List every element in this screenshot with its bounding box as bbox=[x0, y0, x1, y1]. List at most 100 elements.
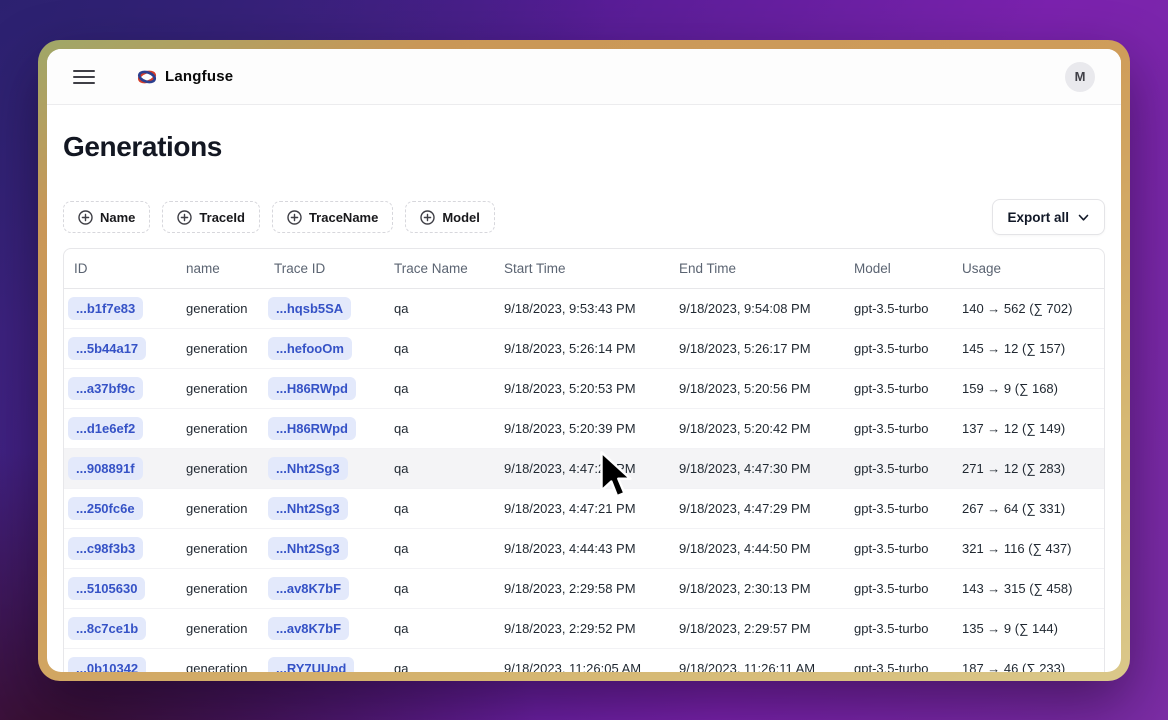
filter-toolbar: Name TraceId TraceName bbox=[63, 199, 1105, 235]
column-header-model[interactable]: Model bbox=[844, 261, 952, 276]
cell-model: gpt-3.5-turbo bbox=[844, 541, 952, 556]
trace-id-link[interactable]: ...Nht2Sg3 bbox=[268, 457, 348, 480]
app-topbar: Langfuse M bbox=[47, 49, 1121, 105]
id-link[interactable]: ...5105630 bbox=[68, 577, 145, 600]
cell-name: generation bbox=[176, 661, 264, 672]
table-row[interactable]: ...908891f generation ...Nht2Sg3 qa 9/18… bbox=[64, 449, 1104, 489]
cell-usage: 143 → 315 (∑ 458) bbox=[952, 581, 1104, 596]
cell-model: gpt-3.5-turbo bbox=[844, 301, 952, 316]
id-link[interactable]: ...d1e6ef2 bbox=[68, 417, 143, 440]
cell-trace-id: ...av8K7bF bbox=[264, 577, 384, 600]
cell-name: generation bbox=[176, 581, 264, 596]
filter-model-button[interactable]: Model bbox=[405, 201, 495, 233]
cell-id: ...5105630 bbox=[64, 577, 176, 600]
export-all-button[interactable]: Export all bbox=[992, 199, 1105, 235]
table-row[interactable]: ...b1f7e83 generation ...hqsb5SA qa 9/18… bbox=[64, 289, 1104, 329]
trace-id-link[interactable]: ...H86RWpd bbox=[268, 377, 356, 400]
brand[interactable]: Langfuse bbox=[137, 68, 233, 85]
plus-circle-icon bbox=[177, 210, 192, 225]
cell-start-time: 9/18/2023, 11:26:05 AM bbox=[494, 661, 669, 672]
table-row[interactable]: ...c98f3b3 generation ...Nht2Sg3 qa 9/18… bbox=[64, 529, 1104, 569]
cell-name: generation bbox=[176, 381, 264, 396]
plus-circle-icon bbox=[420, 210, 435, 225]
cell-trace-name: qa bbox=[384, 301, 494, 316]
cell-trace-name: qa bbox=[384, 341, 494, 356]
table-row[interactable]: ...0b10342 generation ...RY7UUpd qa 9/18… bbox=[64, 649, 1104, 672]
cell-usage: 267 → 64 (∑ 331) bbox=[952, 501, 1104, 516]
langfuse-logo-icon bbox=[137, 69, 157, 85]
filter-traceid-button[interactable]: TraceId bbox=[162, 201, 260, 233]
id-link[interactable]: ...8c7ce1b bbox=[68, 617, 146, 640]
trace-id-link[interactable]: ...Nht2Sg3 bbox=[268, 537, 348, 560]
trace-id-link[interactable]: ...av8K7bF bbox=[268, 617, 349, 640]
column-header-name[interactable]: name bbox=[176, 261, 264, 276]
cell-name: generation bbox=[176, 421, 264, 436]
trace-id-link[interactable]: ...H86RWpd bbox=[268, 417, 356, 440]
cell-name: generation bbox=[176, 621, 264, 636]
table-body: ...b1f7e83 generation ...hqsb5SA qa 9/18… bbox=[64, 289, 1104, 672]
trace-id-link[interactable]: ...hefooOm bbox=[268, 337, 352, 360]
trace-id-link[interactable]: ...av8K7bF bbox=[268, 577, 349, 600]
cell-usage: 137 → 12 (∑ 149) bbox=[952, 421, 1104, 436]
column-header-trace-name[interactable]: Trace Name bbox=[384, 261, 494, 276]
trace-id-link[interactable]: ...RY7UUpd bbox=[268, 657, 354, 672]
cell-start-time: 9/18/2023, 2:29:58 PM bbox=[494, 581, 669, 596]
trace-id-link[interactable]: ...hqsb5SA bbox=[268, 297, 351, 320]
main-content: Generations Name TraceId bbox=[47, 105, 1121, 672]
id-link[interactable]: ...250fc6e bbox=[68, 497, 143, 520]
id-link[interactable]: ...a37bf9c bbox=[68, 377, 143, 400]
cell-id: ...250fc6e bbox=[64, 497, 176, 520]
user-avatar[interactable]: M bbox=[1065, 62, 1095, 92]
filter-name-button[interactable]: Name bbox=[63, 201, 150, 233]
cell-end-time: 9/18/2023, 5:20:56 PM bbox=[669, 381, 844, 396]
id-link[interactable]: ...0b10342 bbox=[68, 657, 146, 672]
id-link[interactable]: ...908891f bbox=[68, 457, 143, 480]
table-row[interactable]: ...d1e6ef2 generation ...H86RWpd qa 9/18… bbox=[64, 409, 1104, 449]
cell-trace-name: qa bbox=[384, 621, 494, 636]
cell-trace-name: qa bbox=[384, 421, 494, 436]
brand-name: Langfuse bbox=[165, 68, 233, 85]
table-row[interactable]: ...5105630 generation ...av8K7bF qa 9/18… bbox=[64, 569, 1104, 609]
browser-window-frame: Langfuse M Generations Name bbox=[38, 40, 1130, 681]
column-header-id[interactable]: ID bbox=[64, 261, 176, 276]
table-row[interactable]: ...250fc6e generation ...Nht2Sg3 qa 9/18… bbox=[64, 489, 1104, 529]
cell-model: gpt-3.5-turbo bbox=[844, 421, 952, 436]
cell-usage: 187 → 46 (∑ 233) bbox=[952, 661, 1104, 672]
cell-end-time: 9/18/2023, 2:29:57 PM bbox=[669, 621, 844, 636]
column-header-usage[interactable]: Usage bbox=[952, 261, 1104, 276]
trace-id-link[interactable]: ...Nht2Sg3 bbox=[268, 497, 348, 520]
cell-trace-id: ...Nht2Sg3 bbox=[264, 457, 384, 480]
filter-tracename-button[interactable]: TraceName bbox=[272, 201, 393, 233]
cell-trace-name: qa bbox=[384, 661, 494, 672]
cell-trace-id: ...hefooOm bbox=[264, 337, 384, 360]
cell-model: gpt-3.5-turbo bbox=[844, 581, 952, 596]
column-header-start-time[interactable]: Start Time bbox=[494, 261, 669, 276]
cell-start-time: 9/18/2023, 9:53:43 PM bbox=[494, 301, 669, 316]
cell-usage: 135 → 9 (∑ 144) bbox=[952, 621, 1104, 636]
desktop-background: Langfuse M Generations Name bbox=[0, 0, 1168, 720]
table-row[interactable]: ...a37bf9c generation ...H86RWpd qa 9/18… bbox=[64, 369, 1104, 409]
column-header-trace-id[interactable]: Trace ID bbox=[264, 261, 384, 276]
cell-id: ...d1e6ef2 bbox=[64, 417, 176, 440]
cell-name: generation bbox=[176, 301, 264, 316]
menu-icon[interactable] bbox=[73, 70, 95, 84]
cell-start-time: 9/18/2023, 4:44:43 PM bbox=[494, 541, 669, 556]
table-row[interactable]: ...8c7ce1b generation ...av8K7bF qa 9/18… bbox=[64, 609, 1104, 649]
cell-name: generation bbox=[176, 541, 264, 556]
id-link[interactable]: ...c98f3b3 bbox=[68, 537, 143, 560]
id-link[interactable]: ...5b44a17 bbox=[68, 337, 146, 360]
id-link[interactable]: ...b1f7e83 bbox=[68, 297, 143, 320]
cell-trace-id: ...av8K7bF bbox=[264, 617, 384, 640]
cell-usage: 145 → 12 (∑ 157) bbox=[952, 341, 1104, 356]
cell-trace-id: ...H86RWpd bbox=[264, 417, 384, 440]
cell-end-time: 9/18/2023, 4:47:30 PM bbox=[669, 461, 844, 476]
cell-trace-name: qa bbox=[384, 381, 494, 396]
column-header-end-time[interactable]: End Time bbox=[669, 261, 844, 276]
cell-id: ...5b44a17 bbox=[64, 337, 176, 360]
cell-end-time: 9/18/2023, 4:44:50 PM bbox=[669, 541, 844, 556]
cell-trace-id: ...hqsb5SA bbox=[264, 297, 384, 320]
cell-end-time: 9/18/2023, 4:47:29 PM bbox=[669, 501, 844, 516]
cell-model: gpt-3.5-turbo bbox=[844, 661, 952, 672]
cell-usage: 140 → 562 (∑ 702) bbox=[952, 301, 1104, 316]
table-row[interactable]: ...5b44a17 generation ...hefooOm qa 9/18… bbox=[64, 329, 1104, 369]
